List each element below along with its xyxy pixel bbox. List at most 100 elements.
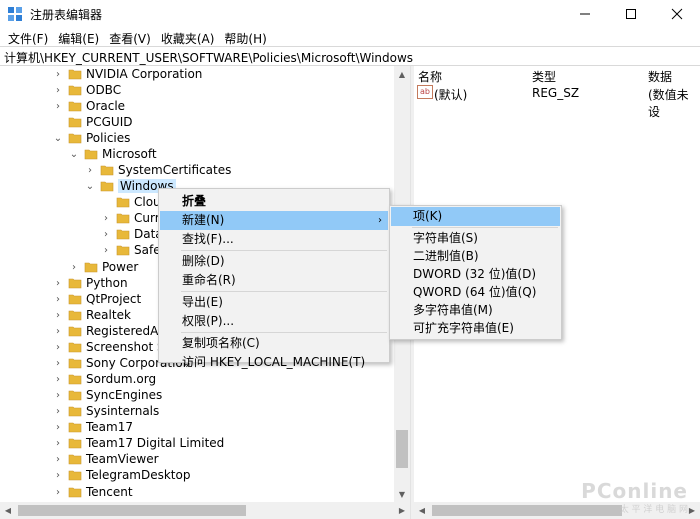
menu-separator <box>181 332 387 333</box>
submenu-item[interactable]: QWORD (64 位)值(Q) <box>391 283 560 302</box>
tree-item[interactable]: › Curre <box>100 210 167 226</box>
chevron-right-icon[interactable]: › <box>52 486 64 498</box>
tree-item[interactable]: › Python <box>52 275 128 291</box>
context-menu-item[interactable]: 重命名(R) <box>160 271 388 290</box>
chevron-right-icon[interactable]: › <box>52 389 64 401</box>
chevron-right-icon[interactable]: › <box>52 437 64 449</box>
menu-view[interactable]: 查看(V) <box>105 28 155 48</box>
tree-item[interactable]: › SystemCertificates <box>84 162 231 178</box>
context-menu-item[interactable]: 权限(P)... <box>160 312 388 331</box>
tree-item[interactable]: ⌄ Microsoft <box>68 146 157 162</box>
folder-icon <box>116 197 130 208</box>
tree-item[interactable]: › Screenshot St <box>52 339 169 355</box>
chevron-right-icon[interactable]: › <box>52 325 64 337</box>
context-menu-item[interactable]: 删除(D) <box>160 252 388 271</box>
tree-item[interactable]: › TelegramDesktop <box>52 467 190 483</box>
submenu-item[interactable]: 多字符串值(M) <box>391 301 560 320</box>
chevron-right-icon[interactable]: › <box>52 341 64 353</box>
tree-item[interactable]: › Team17 <box>52 419 133 435</box>
tree-item[interactable]: › Oracle <box>52 98 125 114</box>
menu-file[interactable]: 文件(F) <box>4 28 52 48</box>
tree-item[interactable]: › Sordum.org <box>52 371 156 387</box>
chevron-right-icon[interactable]: › <box>52 357 64 369</box>
column-header-type[interactable]: 类型 <box>532 66 556 84</box>
folder-icon <box>68 69 82 80</box>
folder-icon <box>116 229 130 240</box>
chevron-right-icon[interactable]: › <box>52 405 64 417</box>
watermark-subtitle: 太 平 洋 电 脑 网 <box>619 505 688 515</box>
tree-item[interactable]: › Team17 Digital Limited <box>52 435 224 451</box>
submenu-item[interactable]: DWORD (32 位)值(D) <box>391 265 560 284</box>
chevron-down-icon[interactable]: ⌄ <box>52 132 64 144</box>
chevron-right-icon[interactable]: › <box>84 164 96 176</box>
menu-favorites[interactable]: 收藏夹(A) <box>157 28 219 48</box>
close-button[interactable] <box>654 0 700 28</box>
tree-item[interactable]: › RegisteredApp <box>52 323 174 339</box>
tree-item-label: Realtek <box>86 308 131 322</box>
submenu-item[interactable]: 二进制值(B) <box>391 247 560 266</box>
tree-item[interactable]: › Safer <box>100 242 166 258</box>
context-menu-item[interactable]: 新建(N) › <box>160 211 388 230</box>
tree-item[interactable]: › Realtek <box>52 307 131 323</box>
scroll-thumb[interactable] <box>396 430 408 468</box>
context-menu-item-label: 重命名(R) <box>182 273 236 287</box>
context-menu-item[interactable]: 折叠 <box>160 192 388 211</box>
chevron-right-icon[interactable]: › <box>100 244 112 256</box>
menu-edit[interactable]: 编辑(E) <box>54 28 103 48</box>
submenu-item[interactable]: 字符串值(S) <box>391 229 560 248</box>
chevron-down-icon[interactable]: ⌄ <box>84 180 96 192</box>
scroll-thumb[interactable] <box>18 505 246 516</box>
submenu-item[interactable]: 项(K) <box>391 207 560 226</box>
tree-horizontal-scrollbar[interactable]: ◀ ▶ <box>0 502 410 519</box>
chevron-right-icon[interactable]: › <box>100 212 112 224</box>
tree-item-label: Screenshot St <box>86 340 170 354</box>
context-menu-item[interactable]: 导出(E) <box>160 293 388 312</box>
chevron-right-icon[interactable]: › <box>52 309 64 321</box>
tree-item[interactable]: › Power <box>68 259 138 275</box>
column-header-name[interactable]: 名称 <box>418 66 442 84</box>
submenu-item[interactable]: 可扩充字符串值(E) <box>391 319 560 338</box>
column-header-data[interactable]: 数据 <box>648 66 672 84</box>
address-bar[interactable]: 计算机\HKEY_CURRENT_USER\SOFTWARE\Policies\… <box>0 46 700 66</box>
tree-item-label: PCGUID <box>86 115 133 129</box>
chevron-right-icon[interactable]: › <box>100 228 112 240</box>
scroll-up-icon[interactable]: ▲ <box>394 66 410 82</box>
tree-item[interactable]: › TeamViewer <box>52 451 159 467</box>
chevron-right-icon[interactable]: › <box>52 277 64 289</box>
chevron-right-icon[interactable]: › <box>52 293 64 305</box>
scroll-right-icon[interactable]: ▶ <box>394 502 410 519</box>
tree-item[interactable]: › QtProject <box>52 291 141 307</box>
context-menu-item-label: 访问 HKEY_LOCAL_MACHINE(T) <box>182 355 366 369</box>
tree-item[interactable]: ⌄ Policies <box>52 130 131 146</box>
menu-help[interactable]: 帮助(H) <box>220 28 270 48</box>
tree-item[interactable]: PCGUID <box>52 114 132 130</box>
chevron-right-icon[interactable]: › <box>52 421 64 433</box>
chevron-right-icon[interactable]: › <box>52 469 64 481</box>
scroll-left-icon[interactable]: ◀ <box>414 502 430 519</box>
minimize-button[interactable] <box>562 0 608 28</box>
chevron-right-icon[interactable]: › <box>52 373 64 385</box>
scroll-thumb[interactable] <box>432 505 622 516</box>
value-row[interactable]: ab (默认) REG_SZ (数值未设 <box>414 84 700 119</box>
maximize-button[interactable] <box>608 0 654 28</box>
scroll-down-icon[interactable]: ▼ <box>394 486 410 502</box>
chevron-down-icon[interactable]: ⌄ <box>68 148 80 160</box>
context-menu-item-label: 导出(E) <box>182 295 223 309</box>
chevron-right-icon[interactable]: › <box>52 100 64 112</box>
tree-item[interactable]: › ODBC <box>52 82 121 98</box>
scroll-left-icon[interactable]: ◀ <box>0 502 16 519</box>
tree-item-label: Sordum.org <box>86 372 157 386</box>
tree-item[interactable]: › Tencent <box>52 484 133 500</box>
context-menu-item[interactable]: 复制项名称(C) <box>160 334 388 353</box>
chevron-right-icon[interactable]: › <box>68 261 80 273</box>
chevron-right-icon[interactable]: › <box>52 453 64 465</box>
context-menu-item[interactable]: 查找(F)... <box>160 230 388 249</box>
context-menu-item[interactable]: 访问 HKEY_LOCAL_MACHINE(T) <box>160 353 388 372</box>
chevron-right-icon[interactable]: › <box>52 84 64 96</box>
folder-icon <box>100 181 114 192</box>
tree-item[interactable]: › NVIDIA Corporation <box>52 66 202 82</box>
chevron-right-icon[interactable]: › <box>52 68 64 80</box>
tree-item[interactable]: › SyncEngines <box>52 387 162 403</box>
context-menu-item-label: 查找(F)... <box>182 232 234 246</box>
tree-item[interactable]: › Sysinternals <box>52 403 159 419</box>
